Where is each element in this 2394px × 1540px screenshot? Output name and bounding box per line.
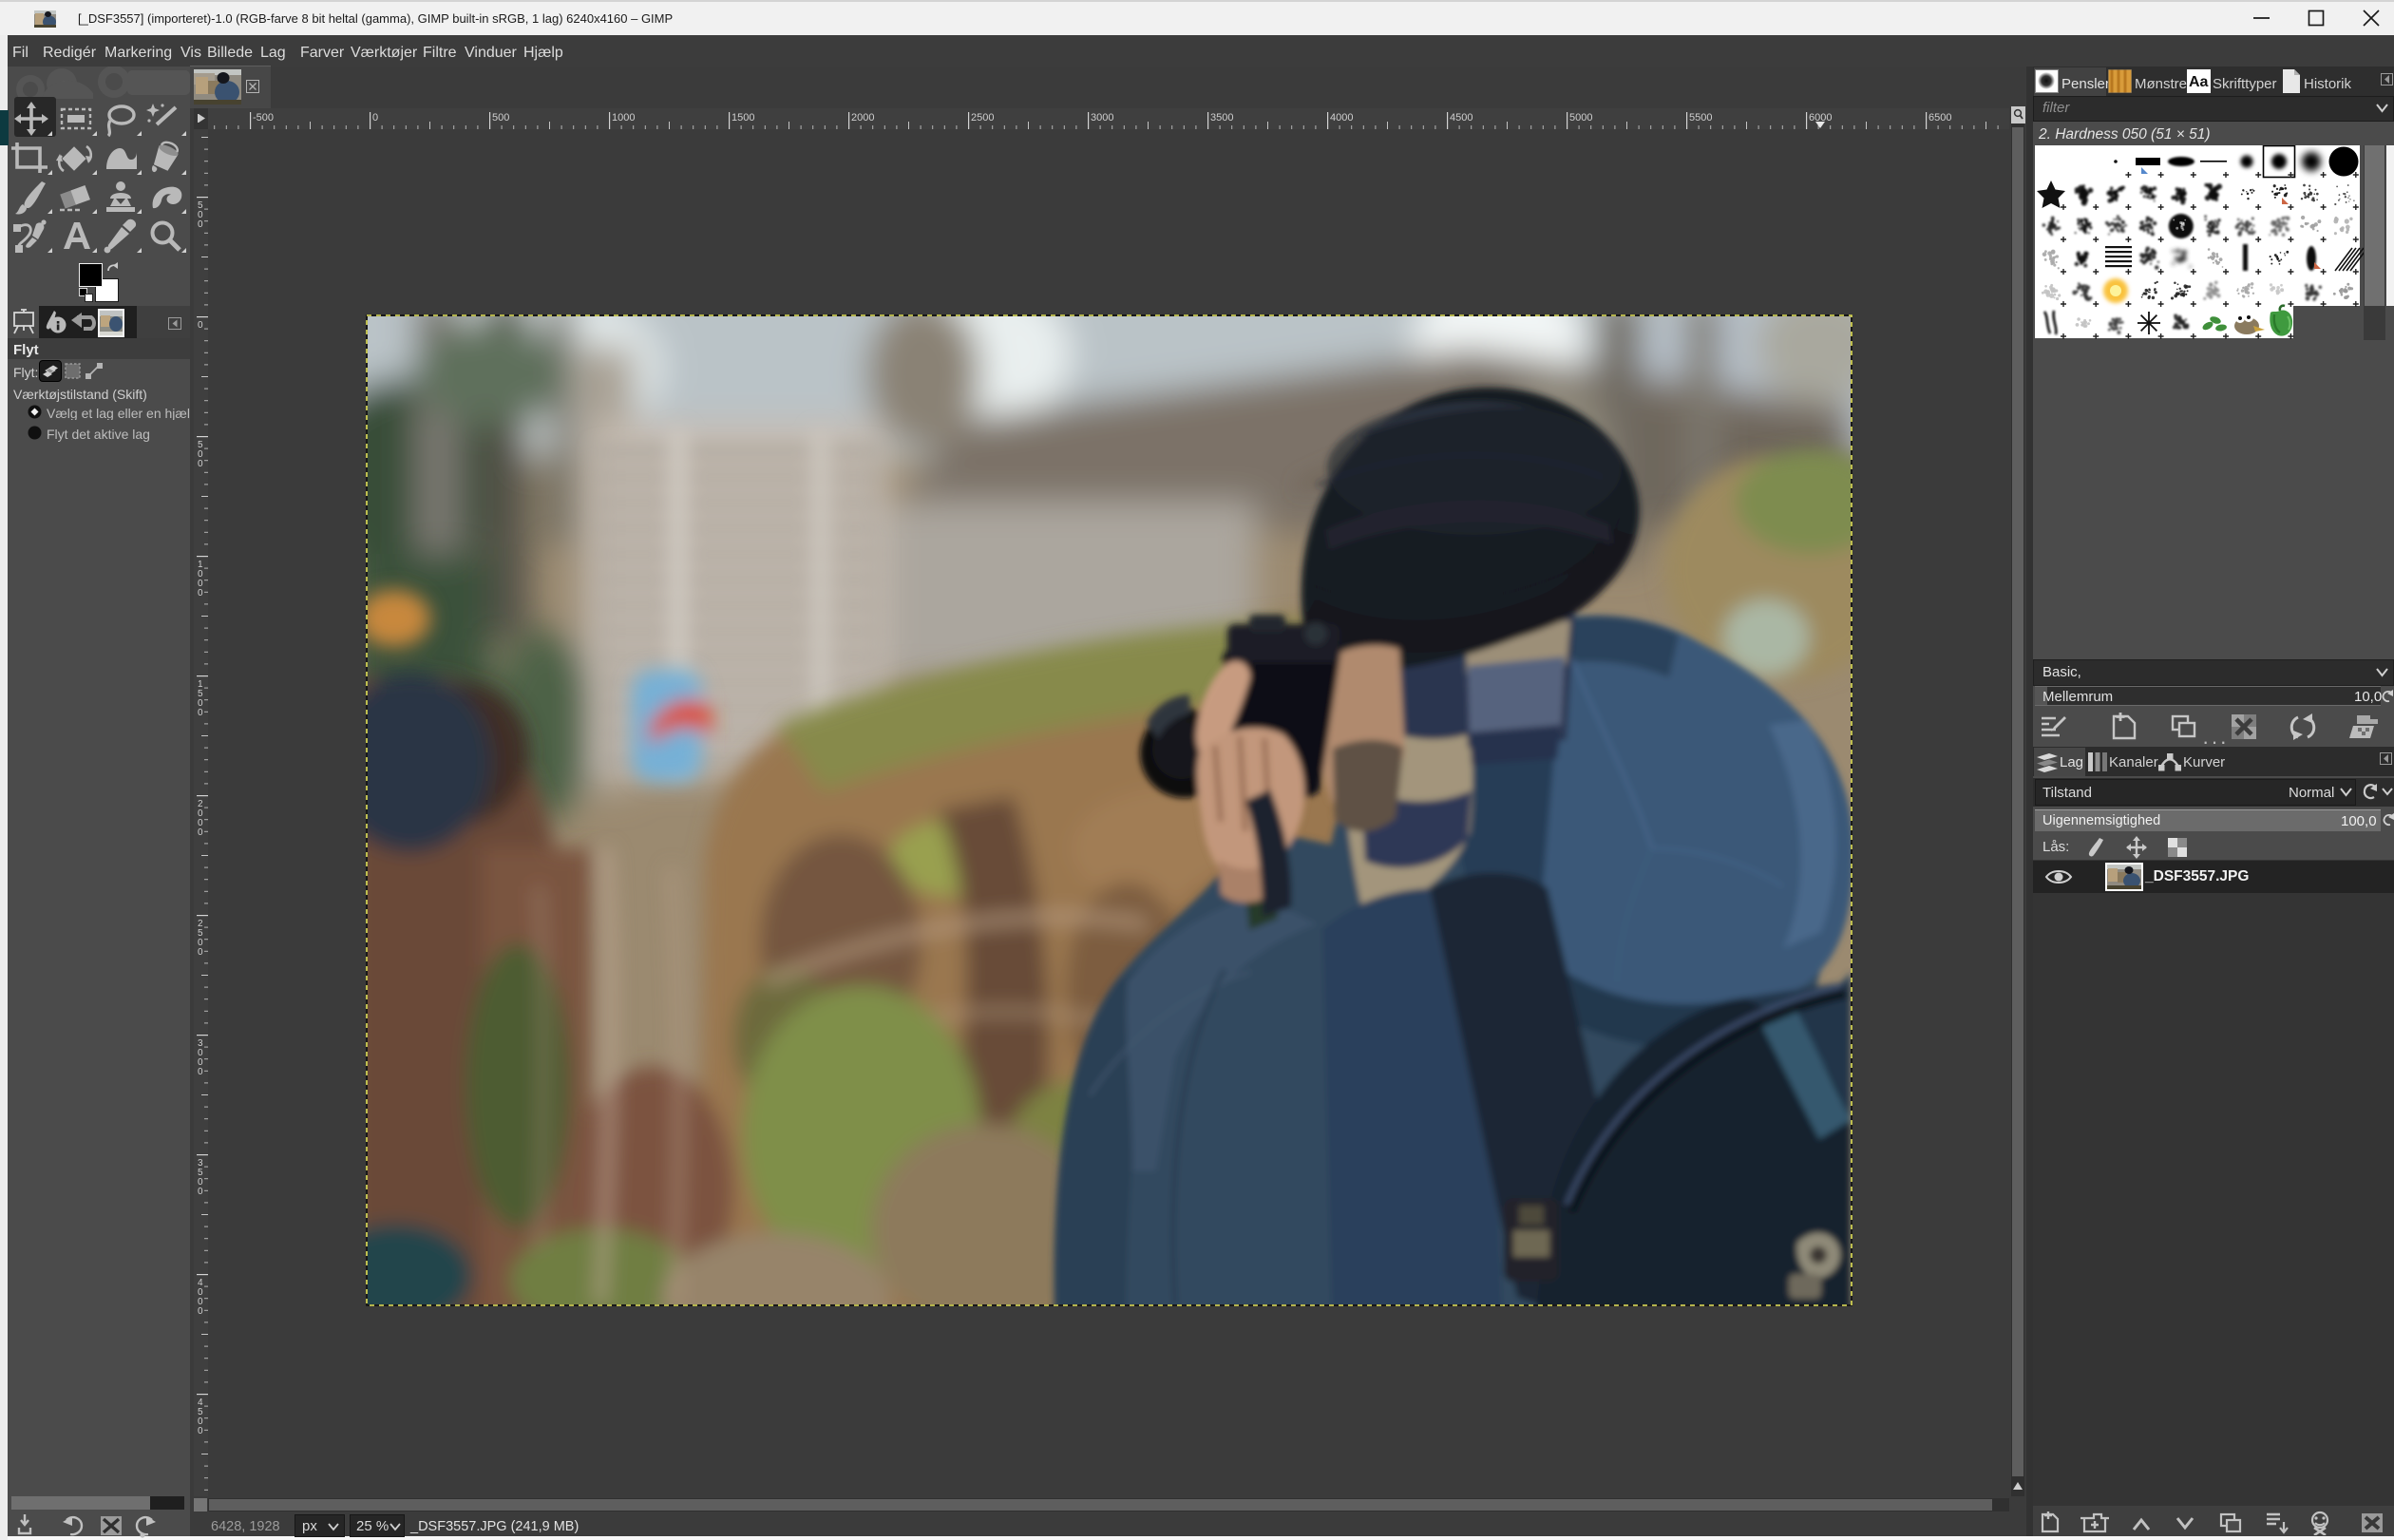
svg-text:5500: 5500 bbox=[1689, 112, 1712, 124]
svg-text:500: 500 bbox=[492, 112, 509, 124]
svg-text:0: 0 bbox=[198, 1426, 203, 1436]
svg-text:0: 0 bbox=[372, 112, 378, 124]
svg-text:-500: -500 bbox=[253, 112, 274, 124]
svg-text:0: 0 bbox=[198, 827, 203, 838]
svg-text:0: 0 bbox=[198, 708, 203, 718]
svg-text:3500: 3500 bbox=[1210, 112, 1233, 124]
svg-text:1000: 1000 bbox=[612, 112, 635, 124]
svg-text:0: 0 bbox=[198, 1306, 203, 1317]
svg-text:0: 0 bbox=[198, 588, 203, 599]
svg-text:0: 0 bbox=[198, 219, 203, 230]
svg-text:1500: 1500 bbox=[732, 112, 754, 124]
svg-text:0: 0 bbox=[198, 459, 203, 469]
svg-text:0: 0 bbox=[198, 1187, 203, 1197]
svg-text:0: 0 bbox=[198, 320, 203, 331]
svg-text:0: 0 bbox=[198, 947, 203, 958]
svg-text:2000: 2000 bbox=[851, 112, 874, 124]
svg-text:3000: 3000 bbox=[1091, 112, 1113, 124]
svg-text:6500: 6500 bbox=[1928, 112, 1951, 124]
svg-text:2500: 2500 bbox=[971, 112, 994, 124]
svg-text:5000: 5000 bbox=[1569, 112, 1592, 124]
svg-text:4500: 4500 bbox=[1450, 112, 1472, 124]
svg-text:4000: 4000 bbox=[1330, 112, 1353, 124]
svg-text:0: 0 bbox=[198, 1067, 203, 1077]
